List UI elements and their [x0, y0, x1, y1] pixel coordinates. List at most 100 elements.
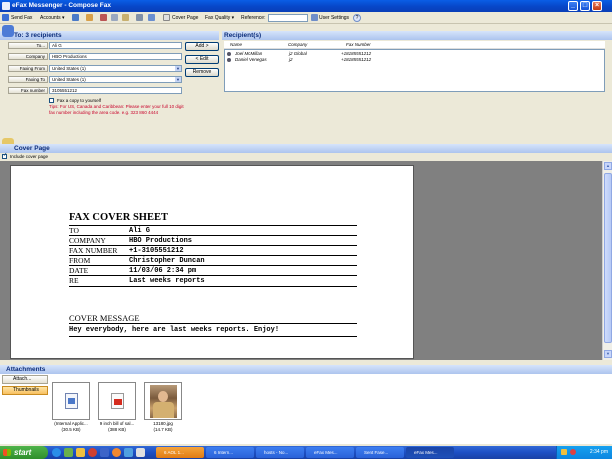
faxing-to-select[interactable]: United States (1) ▼: [49, 76, 182, 83]
attachments-area: [0, 374, 612, 444]
person-icon: [227, 52, 231, 56]
attachment-size: (14.7 KB): [153, 426, 173, 432]
scrollbar-thumb[interactable]: [604, 173, 612, 343]
cover-page-scrollbar[interactable]: ▲ ▼: [602, 161, 612, 360]
task-efax-2[interactable]: eFax Mes...: [406, 447, 454, 458]
fax-quality-menu[interactable]: Fax Quality ▾: [205, 14, 234, 22]
save-icon[interactable]: [72, 14, 79, 21]
divider: [69, 255, 357, 256]
reference-input[interactable]: [268, 14, 308, 22]
system-tray: 2:34 pm: [556, 446, 612, 459]
to-input[interactable]: Ali G: [49, 42, 182, 49]
ie-icon[interactable]: [52, 448, 61, 457]
cover-field-label: TO: [69, 226, 79, 235]
attachment-thumbnail[interactable]: [98, 382, 136, 420]
company-label: Company: [8, 53, 48, 60]
task-hosts[interactable]: hosts - No...: [256, 447, 304, 458]
chevron-down-icon[interactable]: ▼: [175, 66, 181, 71]
cover-field-value: Ali G: [129, 227, 151, 235]
copy-icon[interactable]: [111, 14, 118, 21]
paste-icon[interactable]: [122, 14, 129, 21]
help-button[interactable]: ?: [353, 14, 361, 22]
task-sent-faxes[interactable]: Sent Fase...: [356, 447, 404, 458]
attachment-size: (388 KB): [108, 426, 126, 432]
accounts-menu[interactable]: Accounts ▾: [40, 14, 64, 22]
attach-icon[interactable]: [136, 14, 143, 21]
company-input[interactable]: HBO Productions: [49, 53, 182, 60]
attachment-thumbnail[interactable]: [52, 382, 90, 420]
remove-button[interactable]: Remove: [185, 68, 219, 77]
edit-button[interactable]: < Edit: [185, 55, 219, 64]
add-button[interactable]: Add >: [185, 42, 219, 51]
start-button[interactable]: start: [0, 446, 48, 459]
scroll-up-icon[interactable]: ▲: [604, 162, 612, 170]
cover-field-label: FAX NUMBER: [69, 246, 118, 255]
faxing-from-select[interactable]: United States (1) ▼: [49, 65, 182, 72]
scroll-down-icon[interactable]: ▼: [604, 350, 612, 358]
divider: [69, 225, 357, 226]
close-button[interactable]: ×: [592, 1, 602, 11]
media-player-icon[interactable]: [88, 448, 97, 457]
task-internet[interactable]: 6 Intern...: [206, 447, 254, 458]
divider: [69, 336, 357, 337]
pdf-icon: [111, 393, 124, 409]
minimize-button[interactable]: _: [568, 1, 578, 11]
clock: 2:34 pm: [589, 449, 608, 455]
chevron-down-icon[interactable]: ▼: [175, 77, 181, 82]
recipients-count-header: To: 3 recipients: [0, 31, 219, 40]
to-button[interactable]: To...: [8, 42, 48, 49]
cover-field-label: COMPANY: [69, 236, 106, 245]
maximize-button[interactable]: □: [580, 1, 590, 11]
window-title: eFax Messenger - Compose Fax: [12, 2, 111, 9]
fax-number-input[interactable]: 3105551212: [49, 87, 182, 94]
show-desktop-icon[interactable]: [64, 448, 73, 457]
column-name[interactable]: Name: [230, 42, 242, 47]
user-settings-icon: [311, 14, 318, 21]
recipients-icon: [2, 25, 14, 37]
tray-icon[interactable]: [561, 449, 567, 455]
cut-icon[interactable]: [100, 14, 107, 21]
divider: [69, 265, 357, 266]
fax-number-label: Fax number: [8, 87, 48, 94]
divider: [69, 235, 357, 236]
quicklaunch-icon[interactable]: [76, 448, 85, 457]
copy-to-self-checkbox[interactable]: [49, 98, 54, 103]
cover-field-label: DATE: [69, 266, 89, 275]
recipient-fax: +18185551212: [341, 57, 372, 62]
address-book-icon[interactable]: [148, 14, 155, 21]
windows-logo-icon: [3, 449, 11, 456]
attachment-size: (30.5 KB): [61, 426, 81, 432]
cover-field-label: FROM: [69, 256, 91, 265]
faxing-from-label: Faxing From: [8, 65, 48, 72]
start-label: start: [14, 448, 32, 457]
cover-message-text[interactable]: Hey everybody, here are last weeks repor…: [69, 326, 279, 334]
person-icon: [227, 58, 231, 62]
firefox-icon[interactable]: [112, 448, 121, 457]
column-company[interactable]: Company: [288, 42, 307, 47]
notepad-icon[interactable]: [136, 448, 145, 457]
cover-page-header: Cover Page: [0, 144, 612, 153]
tray-icon[interactable]: [570, 449, 576, 455]
thumbnails-tab[interactable]: Thumbnails: [2, 386, 48, 395]
attachment-caption: (Internal Applic... (30.5 KB): [46, 421, 96, 432]
task-aol[interactable]: 6 AOL 1...: [156, 447, 204, 458]
divider: [69, 286, 357, 287]
cover-page-icon: [163, 14, 170, 21]
divider: [69, 275, 357, 276]
attach-button[interactable]: Attach...: [2, 375, 48, 384]
user-settings-button[interactable]: User Settings: [319, 14, 349, 22]
recipient-name: Daniel Venegas: [235, 57, 267, 62]
open-folder-icon[interactable]: [86, 14, 93, 21]
checkmark-icon: ✓: [3, 152, 8, 158]
task-efax-1[interactable]: eFax Mes...: [306, 447, 354, 458]
recipient-list-header: Recipient(s): [222, 31, 612, 40]
send-fax-button[interactable]: Send Fax: [11, 14, 32, 22]
recipient-company: j2 Global: [289, 51, 307, 56]
column-fax-number[interactable]: Fax Number: [346, 42, 371, 47]
messenger-icon[interactable]: [124, 448, 133, 457]
explorer-icon[interactable]: [100, 448, 109, 457]
cover-page-button[interactable]: Cover Page: [172, 14, 198, 22]
attachment-thumbnail[interactable]: [144, 382, 182, 420]
cover-field-value: Last weeks reports: [129, 277, 205, 285]
table-row[interactable]: Daniel Venegas j2 +18185551212: [225, 57, 606, 63]
